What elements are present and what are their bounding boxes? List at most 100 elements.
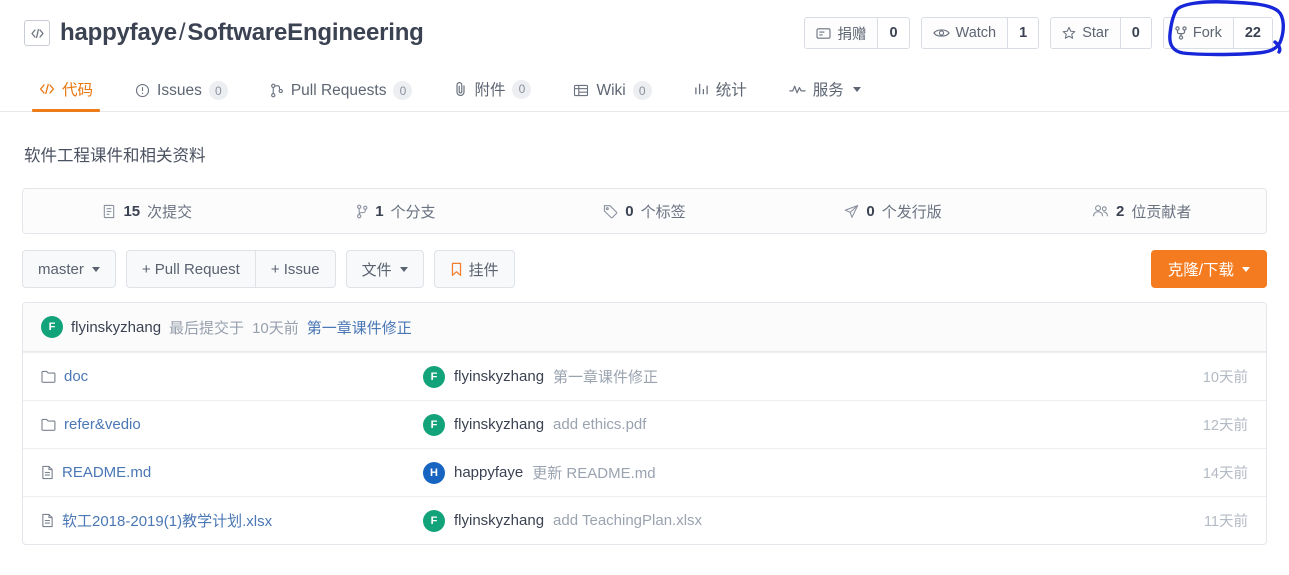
branch-icon: [356, 204, 368, 219]
create-button-group: + Pull Request + Issue: [125, 250, 336, 288]
repo-tabs: 代码 Issues 0 Pull Requests 0 附件 0 Wiki 0 …: [0, 66, 1289, 112]
tab-attachments[interactable]: 附件 0: [433, 78, 552, 111]
stat-releases-label: 个发行版: [881, 203, 942, 221]
commit-message[interactable]: add ethics.pdf: [553, 416, 646, 433]
tab-issues-label: Issues: [157, 81, 202, 99]
chevron-down-icon: [1242, 266, 1250, 272]
files-menu-button[interactable]: 文件: [345, 250, 424, 288]
tab-attachments-label: 附件: [474, 82, 506, 99]
repo-separator: /: [178, 19, 186, 46]
header-actions: 捐赠 0 Watch 1 Star 0 Fork 22: [804, 17, 1273, 49]
stat-contributors[interactable]: 2 位贡献者: [1017, 189, 1266, 233]
commit-time: 10天前: [1202, 370, 1248, 386]
donate-button-group[interactable]: 捐赠 0: [804, 17, 910, 49]
watch-label: Watch: [955, 25, 997, 41]
fork-count[interactable]: 22: [1232, 18, 1272, 48]
watch-button[interactable]: Watch: [921, 18, 1008, 48]
fork-label: Fork: [1192, 25, 1222, 41]
tab-statistics[interactable]: 统计: [673, 78, 768, 111]
repo-toolbar: master + Pull Request + Issue 文件 挂件 克隆/下…: [22, 250, 1267, 288]
latest-commit-time: 10天前: [252, 319, 299, 337]
file-name-cell[interactable]: doc: [41, 368, 423, 385]
stat-branches[interactable]: 1 个分支: [272, 189, 521, 233]
commit-author[interactable]: happyfaye: [454, 464, 523, 481]
new-issue-button[interactable]: + Issue: [255, 250, 336, 288]
branch-selector-label: master: [38, 260, 84, 278]
star-icon: [1062, 26, 1076, 40]
avatar[interactable]: F: [423, 413, 445, 436]
file-icon: [41, 513, 54, 528]
commit-author[interactable]: flyinskyzhang: [454, 368, 544, 385]
file-name[interactable]: 软工2018-2019(1)教学计划.xlsx: [62, 510, 272, 531]
repo-title: happyfaye/SoftwareEngineering: [24, 19, 424, 47]
tab-pull-requests-label: Pull Requests: [290, 81, 387, 99]
watch-button-group[interactable]: Watch 1: [920, 17, 1040, 49]
repo-description: 软件工程课件和相关资料: [24, 147, 206, 165]
tab-attachments-badge: 0: [512, 79, 532, 99]
file-name-cell[interactable]: README.md: [41, 464, 423, 481]
tab-code[interactable]: 代码: [18, 78, 114, 112]
table-row[interactable]: doc F flyinskyzhang 第一章课件修正 10天前: [23, 352, 1266, 400]
new-pull-request-button[interactable]: + Pull Request: [125, 250, 256, 288]
table-row[interactable]: 软工2018-2019(1)教学计划.xlsx F flyinskyzhang …: [23, 496, 1266, 544]
stat-releases-value: 0: [866, 202, 875, 220]
star-button-group[interactable]: Star 0: [1050, 17, 1152, 49]
file-name-cell[interactable]: refer&vedio: [41, 416, 423, 433]
file-name-cell[interactable]: 软工2018-2019(1)教学计划.xlsx: [41, 510, 423, 531]
chevron-down-icon: [852, 86, 861, 92]
commit-author[interactable]: flyinskyzhang: [454, 512, 544, 529]
latest-commit-message[interactable]: 第一章课件修正: [307, 317, 412, 338]
star-count[interactable]: 0: [1119, 18, 1151, 48]
stat-commits[interactable]: 15 次提交: [23, 189, 272, 233]
widget-label: 挂件: [468, 261, 499, 279]
donate-count[interactable]: 0: [877, 18, 909, 48]
table-row[interactable]: refer&vedio F flyinskyzhang add ethics.p…: [23, 400, 1266, 448]
file-table: F flyinskyzhang 最后提交于 10天前 第一章课件修正 doc F…: [22, 302, 1267, 545]
release-icon: [844, 204, 859, 219]
donate-label: 捐赠: [837, 26, 867, 43]
stat-commits-value: 15: [123, 202, 141, 220]
fork-button-group[interactable]: Fork 22: [1162, 17, 1273, 49]
branch-selector[interactable]: master: [22, 250, 116, 288]
avatar[interactable]: H: [423, 461, 445, 484]
latest-commit-prefix: 最后提交于: [169, 319, 245, 337]
avatar[interactable]: F: [423, 509, 445, 532]
file-commit-cell: F flyinskyzhang add TeachingPlan.xlsx: [423, 509, 1156, 532]
tab-statistics-label: 统计: [715, 82, 747, 99]
files-menu-label: 文件: [361, 261, 392, 279]
clone-download-button[interactable]: 克隆/下载: [1150, 250, 1267, 288]
commit-message[interactable]: 第一章课件修正: [553, 366, 658, 387]
tab-pull-requests-badge: 0: [393, 81, 413, 100]
file-commit-cell: F flyinskyzhang 第一章课件修正: [423, 365, 1156, 388]
stat-branches-value: 1: [375, 202, 384, 220]
commit-author[interactable]: flyinskyzhang: [454, 416, 544, 433]
avatar[interactable]: F: [423, 365, 445, 388]
tab-services[interactable]: 服务: [768, 78, 882, 111]
stat-tags[interactable]: 0 个标签: [520, 189, 769, 233]
file-name[interactable]: refer&vedio: [64, 416, 141, 433]
repo-owner[interactable]: happyfaye: [60, 19, 177, 46]
table-row[interactable]: README.md H happyfaye 更新 README.md 14天前: [23, 448, 1266, 496]
tab-issues-badge: 0: [208, 81, 228, 100]
tab-issues[interactable]: Issues 0: [114, 81, 249, 111]
stat-commits-label: 次提交: [147, 203, 193, 221]
fork-button[interactable]: Fork: [1163, 18, 1233, 48]
tab-pull-requests[interactable]: Pull Requests 0: [249, 81, 434, 111]
widget-button[interactable]: 挂件: [433, 250, 515, 288]
file-name[interactable]: README.md: [62, 464, 151, 481]
commit-message[interactable]: add TeachingPlan.xlsx: [553, 512, 702, 529]
donate-button[interactable]: 捐赠: [805, 18, 878, 48]
stat-releases[interactable]: 0 个发行版: [769, 189, 1018, 233]
latest-commit-author[interactable]: flyinskyzhang: [71, 319, 161, 336]
star-label: Star: [1082, 25, 1109, 41]
repo-name-text[interactable]: SoftwareEngineering: [187, 19, 423, 46]
avatar[interactable]: F: [41, 316, 63, 338]
file-name[interactable]: doc: [64, 368, 88, 385]
stat-tags-label: 个标签: [640, 203, 686, 221]
commit-message[interactable]: 更新 README.md: [532, 462, 655, 483]
tab-wiki[interactable]: Wiki 0: [552, 81, 672, 111]
watch-count[interactable]: 1: [1007, 18, 1039, 48]
stat-contributors-label: 位贡献者: [1131, 203, 1192, 221]
issue-icon: [135, 83, 150, 98]
star-button[interactable]: Star: [1051, 18, 1120, 48]
